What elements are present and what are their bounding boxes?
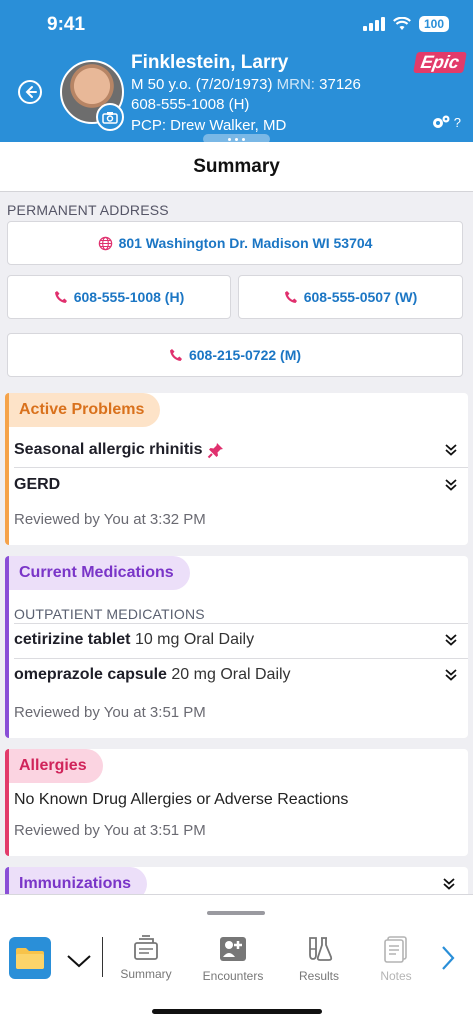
phone-work-button[interactable]: 608-555-0507 (W) [238, 275, 463, 319]
current-medications-title: Current Medications [9, 556, 190, 590]
phone-work-text: 608-555-0507 (W) [303, 289, 418, 305]
patient-phone: 608-555-1008 (H) [131, 96, 250, 113]
current-medications-card: Current Medications OUTPATIENT MEDICATIO… [5, 556, 468, 738]
patient-photo[interactable] [60, 60, 124, 131]
tab-label: Notes [380, 969, 412, 983]
medication-detail: 10 mg Oral Daily [134, 631, 255, 648]
expand-chevron-icon[interactable] [444, 668, 458, 682]
active-problems-title: Active Problems [9, 393, 161, 427]
allergies-card: Allergies No Known Drug Allergies or Adv… [5, 749, 468, 856]
mrn-label: MRN: [276, 76, 315, 93]
back-button[interactable] [17, 79, 43, 110]
phone-mobile-button[interactable]: 608-215-0722 (M) [7, 333, 463, 377]
medication-name: omeprazole capsule [14, 666, 167, 683]
reviewed-text: Reviewed by You at 3:51 PM [14, 822, 206, 839]
address-button[interactable]: 801 Washington Dr. Madison WI 53704 [7, 221, 463, 265]
problem-name: GERD [14, 476, 61, 493]
allergies-title: Allergies [9, 749, 103, 783]
address-section-label: PERMANENT ADDRESS [7, 202, 169, 218]
gears-icon [432, 115, 450, 128]
medication-row[interactable]: omeprazole capsule 20 mg Oral Daily [14, 658, 468, 692]
active-problems-card: Active Problems Seasonal allergic rhinit… [5, 393, 468, 545]
battery-icon: 100 [418, 16, 449, 32]
allergy-text: No Known Drug Allergies or Adverse React… [14, 791, 349, 808]
page-title: Summary [0, 142, 473, 192]
chevron-right-icon[interactable] [440, 945, 456, 971]
patient-header: 9:41 100 Finklestein, Larry M 50 y.o. (7… [0, 0, 473, 144]
phone-home-button[interactable]: 608-555-1008 (H) [7, 275, 231, 319]
wifi-icon [393, 17, 411, 30]
bottom-toolbar: Summary Encounters Results Notes [0, 894, 473, 1024]
summary-icon [134, 935, 158, 960]
camera-button[interactable] [96, 103, 124, 131]
epic-logo: Epic [413, 52, 467, 73]
folder-button[interactable] [9, 937, 51, 979]
phone-mobile-text: 608-215-0722 (M) [188, 347, 302, 363]
tab-results[interactable]: Results [279, 935, 359, 983]
tab-label: Encounters [202, 969, 264, 983]
settings-help-button[interactable]: ? [431, 114, 461, 130]
expand-chevron-icon[interactable] [442, 877, 456, 891]
chevron-down-icon[interactable] [66, 953, 92, 969]
immunizations-card: Immunizations [5, 867, 468, 894]
outpatient-medications-label: OUTPATIENT MEDICATIONS [14, 606, 205, 622]
home-indicator [152, 1009, 322, 1014]
demographics-text: M 50 y.o. (7/20/1973) [131, 76, 273, 93]
expand-chevron-icon[interactable] [444, 633, 458, 647]
folder-icon [16, 948, 44, 969]
results-icon [309, 937, 333, 961]
signal-icon [362, 17, 385, 31]
problem-row[interactable]: GERD [14, 468, 468, 502]
reviewed-text: Reviewed by You at 3:32 PM [14, 511, 206, 528]
encounters-icon [220, 937, 246, 961]
tab-label: Results [298, 969, 339, 983]
patient-name: Finklestein, Larry [131, 52, 289, 73]
status-time: 9:41 [47, 14, 86, 35]
status-indicators: 100 [362, 16, 449, 32]
medication-name: cetirizine tablet [14, 631, 131, 648]
expand-chevron-icon[interactable] [444, 478, 458, 492]
mrn-value: 37126 [319, 76, 361, 93]
back-arrow-icon [18, 80, 42, 104]
tab-notes[interactable]: Notes [366, 935, 426, 983]
toolbar-divider [102, 937, 103, 977]
pin-icon [207, 443, 223, 459]
notes-icon [384, 936, 407, 963]
phone-icon [169, 349, 182, 361]
address-text: 801 Washington Dr. Madison WI 53704 [118, 235, 373, 251]
immunizations-title: Immunizations [9, 867, 148, 894]
camera-icon [102, 111, 118, 124]
phone-home-text: 608-555-1008 (H) [73, 289, 185, 305]
tab-encounters[interactable]: Encounters [193, 935, 273, 983]
medication-row[interactable]: cetirizine tablet 10 mg Oral Daily [14, 623, 468, 657]
problem-name: Seasonal allergic rhinitis [14, 441, 203, 458]
allergy-row[interactable]: No Known Drug Allergies or Adverse React… [14, 783, 468, 817]
reviewed-text: Reviewed by You at 3:51 PM [14, 704, 206, 721]
drawer-grab-handle[interactable] [207, 911, 265, 915]
globe-icon [98, 236, 112, 250]
patient-demographics: M 50 y.o. (7/20/1973) MRN: 37126 [131, 76, 361, 93]
phone-icon [54, 291, 67, 303]
help-icon: ? [453, 114, 461, 130]
expand-chevron-icon[interactable] [444, 443, 458, 457]
medication-detail: 20 mg Oral Daily [171, 666, 291, 683]
patient-pcp: PCP: Drew Walker, MD [131, 117, 287, 134]
tab-label: Summary [120, 967, 172, 981]
tab-summary[interactable]: Summary [106, 935, 186, 981]
phone-icon [284, 291, 297, 303]
problem-row[interactable]: Seasonal allergic rhinitis [14, 433, 468, 467]
